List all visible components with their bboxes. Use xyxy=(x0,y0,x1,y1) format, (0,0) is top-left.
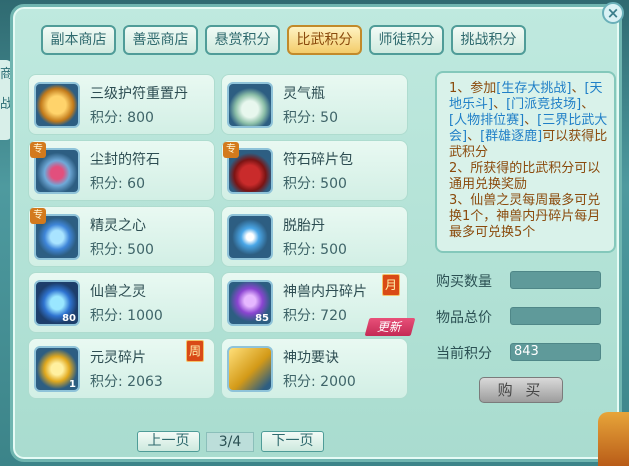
shop-item[interactable]: 85 神兽内丹碎片 积分: 720 月 更新 xyxy=(221,272,416,336)
current-points-field: 843 xyxy=(510,343,601,361)
tab-arena-points[interactable]: 比武积分 xyxy=(287,25,362,55)
gold-shard-icon: 1 xyxy=(34,346,80,392)
weekly-limit-badge: 周 xyxy=(186,340,204,362)
item-price: 积分: 1000 xyxy=(90,308,163,324)
tab-challenge-points[interactable]: 挑战积分 xyxy=(451,25,526,55)
beast-spirit-orb-icon: 80 xyxy=(34,280,80,326)
tab-bounty-points[interactable]: 悬赏积分 xyxy=(205,25,280,55)
exclusive-tag: 专 xyxy=(30,142,46,158)
prev-page-button[interactable]: 上一页 xyxy=(137,431,200,452)
corner-decoration-icon xyxy=(598,412,629,466)
item-name: 元灵碎片 xyxy=(90,350,146,366)
shop-item[interactable]: 神功要诀 积分: 2000 xyxy=(221,338,408,399)
item-name: 脱胎丹 xyxy=(283,218,325,234)
item-price: 积分: 500 xyxy=(283,242,347,258)
item-name: 尘封的符石 xyxy=(90,152,160,168)
info-line1-prefix: 1、参加 xyxy=(449,81,497,96)
item-name: 灵气瓶 xyxy=(283,86,325,102)
gold-book-icon xyxy=(227,346,273,392)
shop-item[interactable]: 专 精灵之心 积分: 500 xyxy=(28,206,215,267)
item-name: 神兽内丹碎片 xyxy=(283,284,367,300)
shop-item[interactable]: 专 符石碎片包 积分: 500 xyxy=(221,140,408,201)
shop-item[interactable]: 三级护符重置丹 积分: 800 xyxy=(28,74,215,135)
info-line3: 3、仙兽之灵每周最多可兑换1个，神兽内丹碎片每月最多可兑换5个 xyxy=(449,193,601,240)
link-heroes-contest[interactable]: [群雄逐鹿] xyxy=(480,129,542,144)
close-icon[interactable]: × xyxy=(602,2,624,24)
item-name: 三级护符重置丹 xyxy=(90,86,188,102)
shop-item[interactable]: 1 元灵碎片 积分: 2063 周 xyxy=(28,338,215,399)
shop-item[interactable]: 脱胎丹 积分: 500 xyxy=(221,206,408,267)
link-survival-challenge[interactable]: [生存大挑战] xyxy=(496,81,571,96)
total-price-field xyxy=(510,307,601,325)
item-name: 仙兽之灵 xyxy=(90,284,146,300)
item-count: 80 xyxy=(62,313,76,324)
next-page-button[interactable]: 下一页 xyxy=(261,431,324,452)
item-price: 积分: 2063 xyxy=(90,374,163,390)
link-character-ranking[interactable]: [人物排位赛] xyxy=(449,113,524,128)
item-price: 积分: 720 xyxy=(283,308,347,324)
new-ribbon: 更新 xyxy=(364,318,416,336)
purple-crystal-icon: 85 xyxy=(227,280,273,326)
item-price: 积分: 500 xyxy=(283,176,347,192)
tab-mentor-points[interactable]: 师徒积分 xyxy=(369,25,444,55)
link-sect-arena[interactable]: [门派竞技场] xyxy=(506,97,581,112)
qty-input[interactable] xyxy=(510,271,601,289)
item-price: 积分: 800 xyxy=(90,110,154,126)
exclusive-tag: 专 xyxy=(30,208,46,224)
total-price-label: 物品总价 xyxy=(436,310,492,326)
item-price: 积分: 500 xyxy=(90,242,154,258)
item-price: 积分: 60 xyxy=(90,176,145,192)
blue-pill-icon xyxy=(227,214,273,260)
spirit-bottle-icon xyxy=(227,82,273,128)
item-name: 符石碎片包 xyxy=(283,152,353,168)
shop-item[interactable]: 灵气瓶 积分: 50 xyxy=(221,74,408,135)
rules-info-box: 1、参加[生存大挑战]、[天地乐斗]、[门派竞技场]、[人物排位赛]、[三界比武… xyxy=(435,71,616,253)
shop-window: 副本商店 善恶商店 悬赏积分 比武积分 师徒积分 挑战积分 三级护符重置丹 积分… xyxy=(10,4,622,462)
buy-button[interactable]: 购 买 xyxy=(479,377,563,403)
item-count: 1 xyxy=(69,379,76,390)
page-indicator: 3/4 xyxy=(206,432,254,452)
monthly-limit-badge: 月 xyxy=(382,274,400,296)
tab-dungeon-shop[interactable]: 副本商店 xyxy=(41,25,116,55)
shop-item[interactable]: 80 仙兽之灵 积分: 1000 xyxy=(28,272,215,333)
item-name: 精灵之心 xyxy=(90,218,146,234)
current-points-label: 当前积分 xyxy=(436,346,492,362)
golden-amulet-icon xyxy=(34,82,80,128)
item-price: 积分: 50 xyxy=(283,110,338,126)
exclusive-tag: 专 xyxy=(223,142,239,158)
item-count: 85 xyxy=(255,313,269,324)
item-name: 神功要诀 xyxy=(283,350,339,366)
shop-item[interactable]: 专 尘封的符石 积分: 60 xyxy=(28,140,215,201)
tab-karma-shop[interactable]: 善恶商店 xyxy=(123,25,198,55)
item-price: 积分: 2000 xyxy=(283,374,356,390)
info-line2: 2、所获得的比武积分可以通用兑换奖励 xyxy=(449,161,601,192)
qty-label: 购买数量 xyxy=(436,274,492,290)
